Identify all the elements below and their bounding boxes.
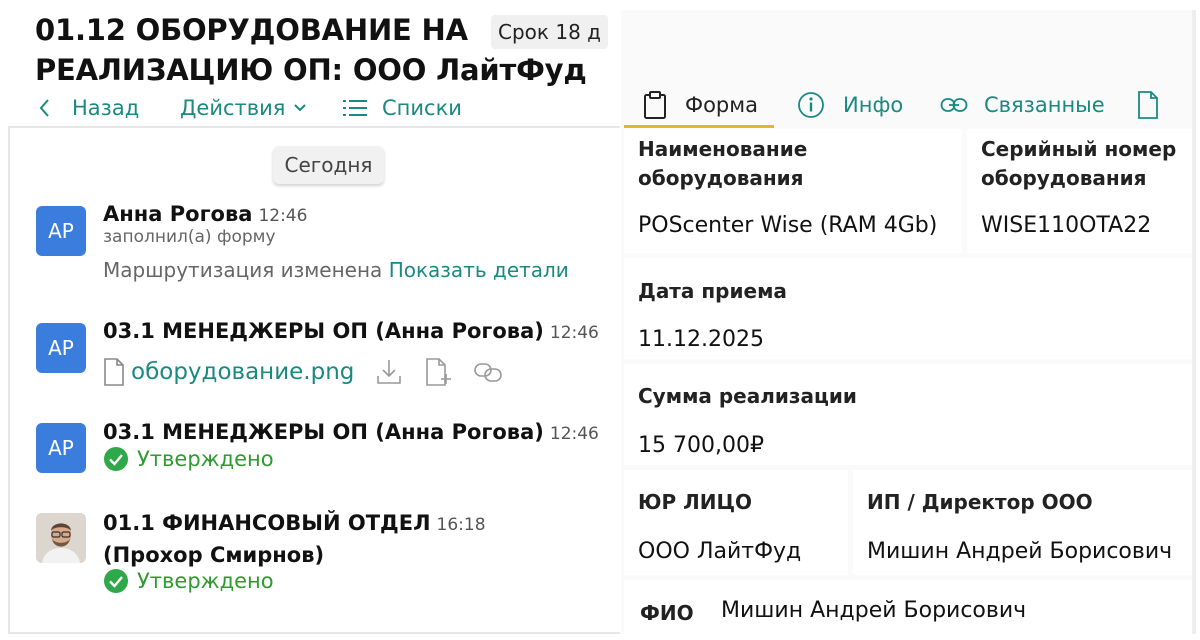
check-circle-icon [104, 569, 128, 593]
status-text: Утверждено [137, 569, 274, 593]
event-subtitle: заполнил(а) форму [103, 227, 276, 247]
form-body: Наименование оборудования POScenter Wise… [621, 129, 1192, 634]
field-label: ФИО [640, 601, 694, 625]
lists-label: Списки [382, 96, 462, 120]
link-icon [940, 98, 968, 112]
download-icon[interactable] [374, 357, 404, 387]
lists-button[interactable]: Списки [342, 88, 462, 128]
field-legal-entity[interactable]: ЮР ЛИЦО ООО ЛайтФуд [624, 470, 848, 575]
actions-label: Действия [180, 96, 286, 120]
deadline-badge: Срок 18 д [491, 15, 608, 49]
event-author-name: 03.1 МЕНЕДЖЕРЫ ОП (Анна Рогова) [103, 319, 544, 343]
field-receipt-date[interactable]: Дата приема 11.12.2025 [624, 258, 1192, 359]
person-photo-icon [36, 513, 86, 563]
attachment-row: оборудование.png [103, 355, 506, 389]
event-author: 03.1 МЕНЕДЖЕРЫ ОП (Анна Рогова) 12:46 [103, 420, 599, 444]
event-time: 12:46 [549, 424, 599, 444]
tab-documents[interactable] [1137, 82, 1159, 128]
avatar[interactable]: АР [36, 206, 86, 256]
event-author-name: Анна Рогова [103, 202, 253, 226]
list-icon [343, 100, 367, 116]
event-time: 12:46 [258, 206, 308, 226]
active-tab-indicator [624, 125, 774, 128]
info-icon [798, 92, 824, 118]
field-value: Мишин Андрей Борисович [867, 539, 1173, 564]
field-value: Мишин Андрей Борисович [721, 598, 1027, 623]
field-label: ЮР ЛИЦО [638, 490, 753, 514]
toolbar: Назад Действия Списки [8, 88, 620, 128]
event-author: 03.1 МЕНЕДЖЕРЫ ОП (Анна Рогова) 12:46 [103, 319, 599, 343]
field-full-name[interactable]: ФИО Мишин Андрей Борисович [624, 580, 1192, 634]
field-value: ООО ЛайтФуд [638, 539, 802, 564]
field-label: Наименование оборудования [638, 137, 808, 190]
event-author-name: 03.1 МЕНЕДЖЕРЫ ОП (Анна Рогова) [103, 420, 544, 444]
actions-dropdown[interactable]: Действия [180, 88, 307, 128]
activity-pane: 01.12 ОБОРУДОВАНИЕ НА РЕАЛИЗАЦИЮ ОП: ООО… [8, 0, 620, 634]
chevron-down-icon [294, 104, 307, 112]
check-circle-icon [104, 447, 128, 471]
field-label: Серийный номер оборудования [981, 137, 1177, 190]
field-value: WISE110OTA22 [981, 213, 1152, 238]
event-time: 16:18 [436, 515, 486, 535]
tab-form[interactable]: Форма [643, 82, 758, 128]
field-sale-amount[interactable]: Сумма реализации 15 700,00₽ [624, 364, 1192, 465]
chevron-left-icon [39, 99, 49, 117]
field-serial-number[interactable]: Серийный номер оборудования WISE110OTA22 [967, 129, 1192, 253]
approved-status: Утверждено [103, 568, 274, 594]
field-director[interactable]: ИП / Директор ООО Мишин Андрей Борисович [853, 470, 1192, 575]
event-author-person: (Прохор Смирнов) [103, 543, 325, 567]
task-window: 01.12 ОБОРУДОВАНИЕ НА РЕАЛИЗАЦИЮ ОП: ООО… [0, 0, 1200, 640]
date-separator: Сегодня [273, 146, 384, 184]
show-details-link[interactable]: Показать детали [389, 258, 569, 282]
avatar[interactable]: АР [36, 323, 86, 373]
scrollbar[interactable] [1192, 10, 1196, 634]
form-pane: Форма Инфо Связанные Наименование оборуд… [621, 10, 1192, 634]
field-value: 11.12.2025 [638, 327, 764, 352]
file-icon [104, 358, 124, 386]
event-author: Анна Рогова 12:46 [103, 202, 307, 226]
field-equipment-name[interactable]: Наименование оборудования POScenter Wise… [624, 129, 962, 253]
tab-info[interactable]: Инфо [797, 82, 903, 128]
field-value: 15 700,00₽ [638, 433, 764, 458]
field-label: Дата приема [638, 279, 787, 303]
event-author-name: 01.1 ФИНАНСОВЫЙ ОТДЕЛ [103, 511, 431, 535]
field-label: ИП / Директор ООО [867, 490, 1093, 514]
document-icon [1138, 91, 1158, 119]
field-value: POScenter Wise (RAM 4Gb) [638, 213, 938, 238]
tab-form-label: Форма [685, 93, 758, 117]
tab-info-label: Инфо [843, 93, 904, 117]
back-button[interactable]: Назад [38, 88, 139, 128]
approved-status: Утверждено [103, 446, 274, 472]
event-detail: Маршрутизация изменена Показать детали [103, 258, 569, 282]
field-label: Сумма реализации [638, 384, 857, 408]
link-icon[interactable] [472, 360, 506, 384]
routing-changed-text: Маршрутизация изменена [103, 258, 383, 282]
event-author: 01.1 ФИНАНСОВЫЙ ОТДЕЛ 16:18 (Прохор Смирн… [103, 508, 486, 570]
status-text: Утверждено [137, 447, 274, 471]
event-time: 12:46 [549, 323, 599, 343]
clipboard-icon [644, 91, 666, 119]
attachment-link[interactable]: оборудование.png [131, 359, 354, 385]
avatar-photo[interactable] [36, 513, 86, 563]
tab-related-label: Связанные [984, 93, 1105, 117]
tab-related[interactable]: Связанные [940, 82, 1105, 128]
back-label: Назад [72, 96, 140, 120]
avatar[interactable]: АР [36, 423, 86, 473]
add-file-icon[interactable] [424, 357, 452, 387]
